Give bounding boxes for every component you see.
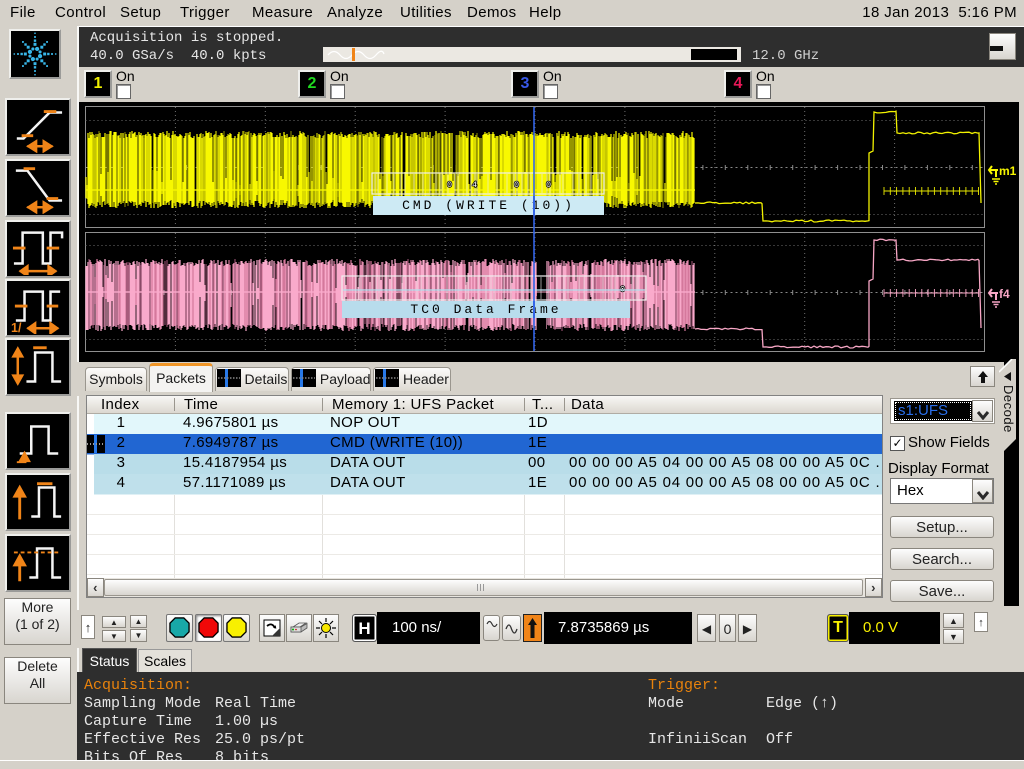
svg-text:4: 4 bbox=[472, 180, 477, 190]
svg-text:0: 0 bbox=[514, 180, 519, 190]
svg-text:m1: m1 bbox=[999, 164, 1017, 178]
svg-text:1/: 1/ bbox=[11, 321, 22, 334]
svg-text:0: 0 bbox=[447, 180, 452, 190]
svg-text:f4: f4 bbox=[999, 287, 1010, 301]
svg-text:0: 0 bbox=[546, 180, 551, 190]
